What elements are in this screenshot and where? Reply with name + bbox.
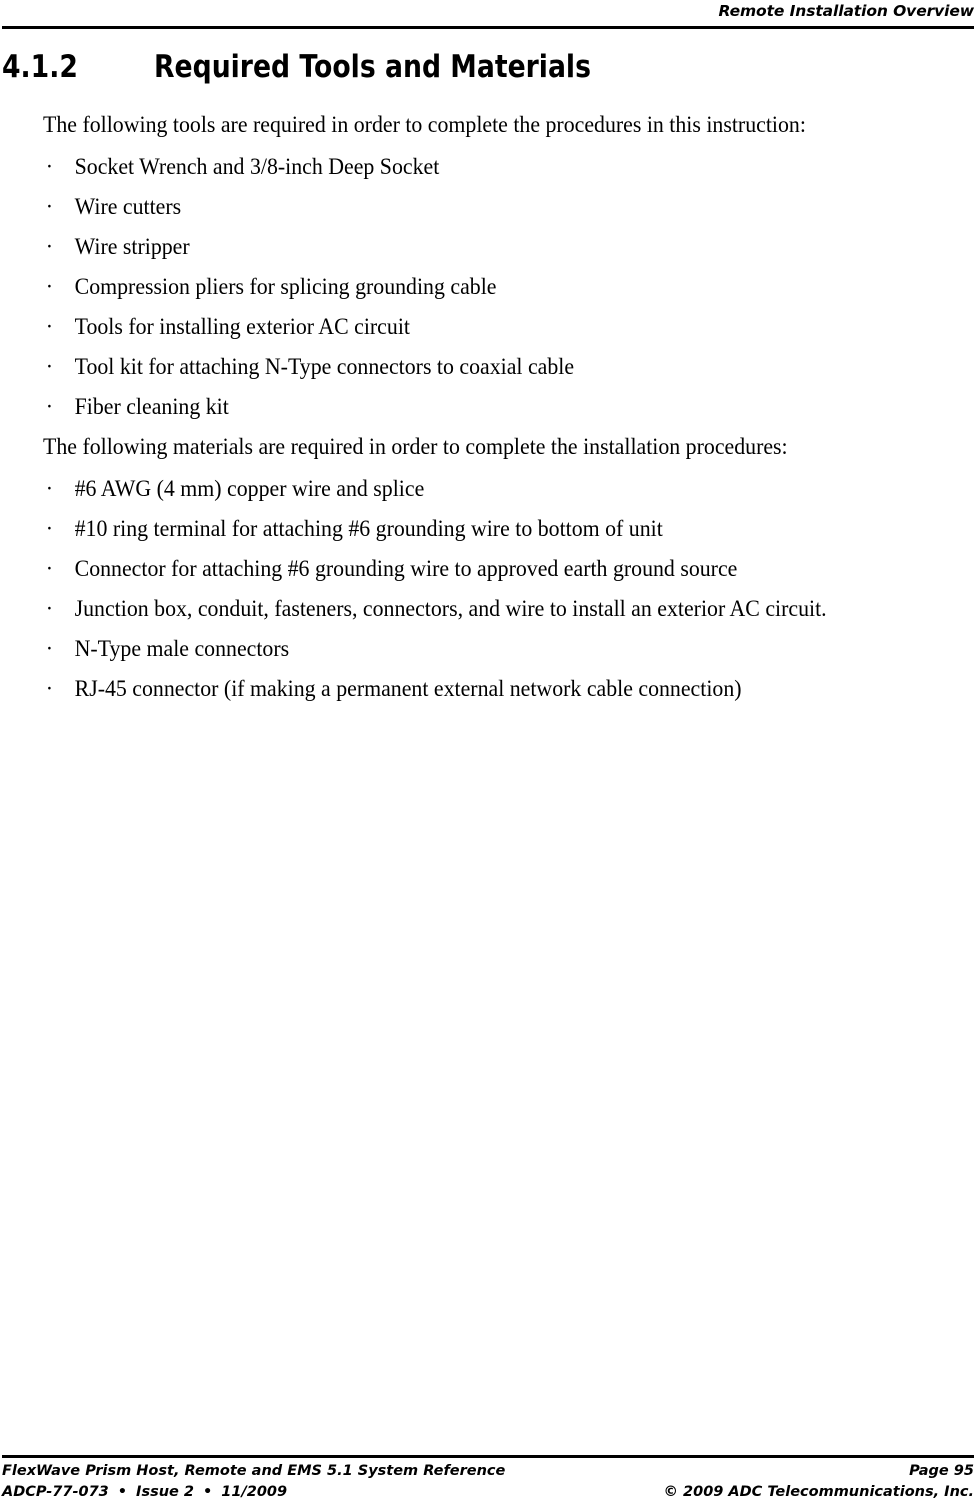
footer-issue: Issue 2 bbox=[136, 1484, 194, 1500]
required-materials-list: · #6 AWG (4 mm) copper wire and splice ·… bbox=[43, 474, 973, 705]
list-item: · N-Type male connectors bbox=[43, 634, 976, 665]
list-item: · RJ-45 connector (if making a permanent… bbox=[43, 674, 976, 705]
bullet-icon: · bbox=[45, 354, 54, 380]
bullet-icon: · bbox=[45, 154, 54, 180]
list-item: · Tool kit for attaching N-Type connecto… bbox=[43, 352, 976, 383]
footer-copyright: © 2009 ADC Telecommunications, Inc. bbox=[663, 1484, 974, 1500]
footer-separator-icon: • bbox=[117, 1484, 128, 1500]
list-item: · Wire stripper bbox=[43, 232, 976, 263]
list-item: · #6 AWG (4 mm) copper wire and splice bbox=[43, 474, 976, 505]
list-item-label: Wire stripper bbox=[74, 234, 190, 260]
list-item-label: N-Type male connectors bbox=[74, 636, 290, 662]
list-item: · Junction box, conduit, fasteners, conn… bbox=[43, 594, 976, 625]
bullet-icon: · bbox=[45, 274, 54, 300]
bullet-icon: · bbox=[45, 556, 54, 582]
section-title: Required Tools and Materials bbox=[154, 49, 591, 85]
tools-intro-paragraph: The following tools are required in orde… bbox=[43, 112, 806, 138]
bullet-icon: · bbox=[45, 234, 54, 260]
footer-doc-number: ADCP-77-073 bbox=[2, 1484, 109, 1500]
materials-intro-paragraph: The following materials are required in … bbox=[43, 434, 788, 460]
list-item: · #10 ring terminal for attaching #6 gro… bbox=[43, 514, 976, 545]
page-content: The following tools are required in orde… bbox=[43, 110, 973, 705]
bullet-icon: · bbox=[45, 516, 54, 542]
list-item-label: Socket Wrench and 3/8-inch Deep Socket bbox=[74, 154, 440, 180]
footer-separator-icon: • bbox=[203, 1484, 213, 1500]
bullet-icon: · bbox=[45, 314, 54, 340]
list-item-label: RJ-45 connector (if making a permanent e… bbox=[74, 676, 742, 702]
bullet-icon: · bbox=[45, 596, 54, 622]
list-item-label: #6 AWG (4 mm) copper wire and splice bbox=[74, 476, 425, 502]
footer-date: 11/2009 bbox=[221, 1484, 288, 1500]
bullet-icon: · bbox=[45, 394, 54, 420]
list-item-label: Tool kit for attaching N-Type connectors… bbox=[74, 354, 575, 380]
header-divider bbox=[2, 26, 974, 29]
bullet-icon: · bbox=[45, 476, 54, 502]
footer-page-number: Page 95 bbox=[909, 1463, 974, 1479]
document-page: Remote Installation Overview 4.1.2 Requir… bbox=[0, 0, 976, 1505]
list-item-label: Connector for attaching #6 grounding wir… bbox=[74, 556, 738, 582]
page-title: 4.1.2 Required Tools and Materials bbox=[2, 48, 902, 88]
list-item: · Socket Wrench and 3/8-inch Deep Socket bbox=[43, 152, 976, 183]
bullet-icon: · bbox=[45, 194, 54, 220]
list-item-label: Tools for installing exterior AC circuit bbox=[74, 314, 410, 340]
list-item: · Fiber cleaning kit bbox=[43, 392, 976, 423]
list-item-label: Compression pliers for splicing groundin… bbox=[74, 274, 497, 300]
list-item-label: Wire cutters bbox=[74, 194, 182, 220]
bullet-icon: · bbox=[45, 676, 54, 702]
list-item: · Tools for installing exterior AC circu… bbox=[43, 312, 976, 343]
header-running-title: Remote Installation Overview bbox=[718, 2, 975, 20]
list-item-label: Junction box, conduit, fasteners, connec… bbox=[74, 596, 827, 622]
footer-divider bbox=[2, 1455, 974, 1458]
list-item-label: #10 ring terminal for attaching #6 groun… bbox=[74, 516, 663, 542]
section-number: 4.1.2 bbox=[2, 49, 78, 85]
list-item: · Wire cutters bbox=[43, 192, 976, 223]
page-header: Remote Installation Overview bbox=[2, 0, 974, 30]
list-item: · Connector for attaching #6 grounding w… bbox=[43, 554, 976, 585]
required-tools-list: · Socket Wrench and 3/8-inch Deep Socket… bbox=[43, 152, 973, 423]
list-item-label: Fiber cleaning kit bbox=[74, 394, 229, 420]
list-item: · Compression pliers for splicing ground… bbox=[43, 272, 976, 303]
footer-doc-meta: ADCP-77-073 • Issue 2 • 11/2009 bbox=[2, 1482, 287, 1502]
footer-document-title: FlexWave Prism Host, Remote and EMS 5.1 … bbox=[2, 1463, 506, 1479]
bullet-icon: · bbox=[45, 636, 54, 662]
